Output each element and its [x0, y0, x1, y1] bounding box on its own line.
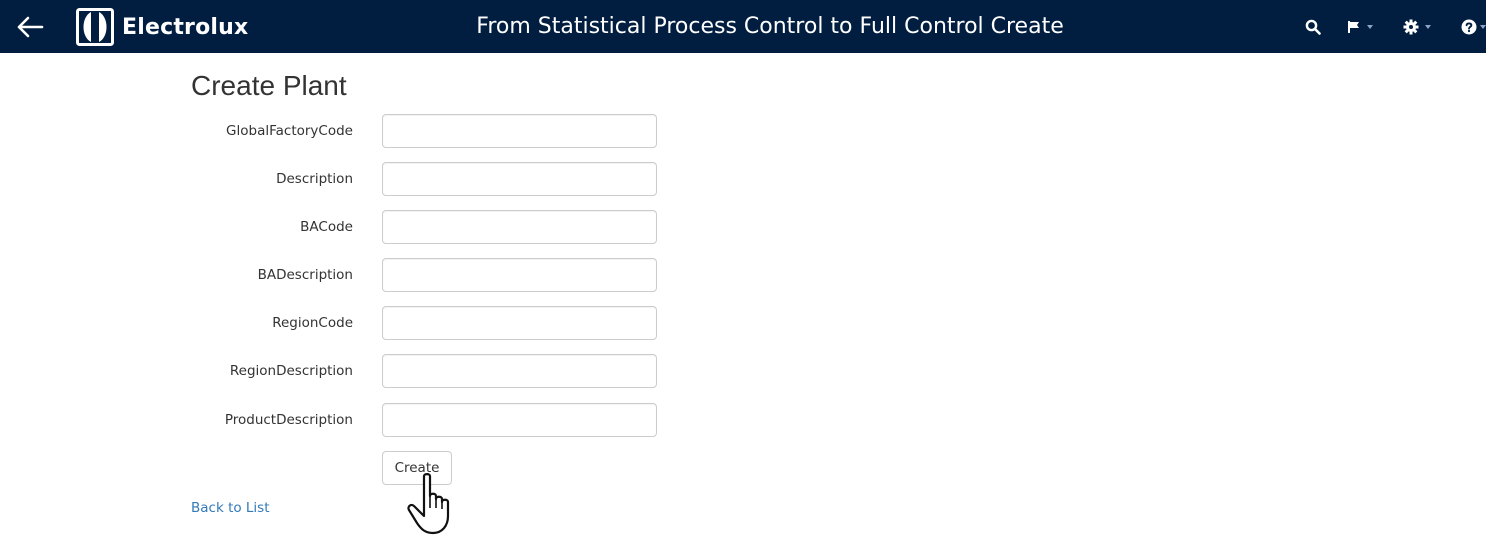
settings-dropdown[interactable] — [1395, 0, 1453, 53]
chevron-down-icon — [1425, 24, 1431, 29]
badescription-input[interactable] — [382, 258, 657, 292]
brand-name: Electrolux — [122, 14, 249, 40]
description-input[interactable] — [382, 162, 657, 196]
bacode-input[interactable] — [382, 210, 657, 244]
gear-icon — [1403, 19, 1419, 34]
form-row-regioncode: RegionCode — [0, 306, 700, 340]
productdescription-input[interactable] — [382, 403, 657, 437]
regiondescription-input[interactable] — [382, 354, 657, 388]
language-dropdown[interactable] — [1339, 0, 1395, 53]
regioncode-label: RegionCode — [272, 315, 353, 331]
nav-tools — [1297, 0, 1486, 53]
bacode-label: BACode — [300, 219, 353, 235]
globalfactorycode-input[interactable] — [382, 114, 657, 148]
back-to-list-link[interactable]: Back to List — [191, 500, 270, 516]
help-icon — [1461, 19, 1477, 34]
top-navbar: Electrolux From Statistical Process Cont… — [0, 0, 1486, 53]
flag-icon — [1348, 20, 1359, 33]
electrolux-logo-icon — [76, 8, 114, 46]
app-title: From Statistical Process Control to Full… — [476, 14, 1064, 39]
create-button[interactable]: Create — [382, 451, 452, 485]
page-title: Create Plant — [191, 70, 347, 101]
chevron-down-icon — [1480, 24, 1486, 29]
description-label: Description — [276, 171, 353, 187]
badescription-label: BADescription — [257, 267, 353, 283]
chevron-down-icon — [1367, 24, 1373, 29]
form-row-regiondescription: RegionDescription — [0, 354, 700, 388]
help-dropdown[interactable] — [1453, 0, 1486, 53]
productdescription-label: ProductDescription — [224, 412, 353, 428]
form-row-badescription: BADescription — [0, 258, 700, 292]
form-row-productdescription: ProductDescription — [0, 403, 700, 437]
search-button[interactable] — [1297, 0, 1339, 53]
back-arrow-icon[interactable] — [10, 10, 50, 44]
form-row-bacode: BACode — [0, 210, 700, 244]
regioncode-input[interactable] — [382, 306, 657, 340]
brand-logo[interactable]: Electrolux — [76, 8, 248, 46]
form-row-description: Description — [0, 162, 700, 196]
regiondescription-label: RegionDescription — [229, 363, 353, 379]
globalfactorycode-label: GlobalFactoryCode — [226, 123, 353, 139]
search-icon — [1305, 19, 1321, 35]
form-row-globalfactorycode: GlobalFactoryCode — [0, 114, 700, 148]
